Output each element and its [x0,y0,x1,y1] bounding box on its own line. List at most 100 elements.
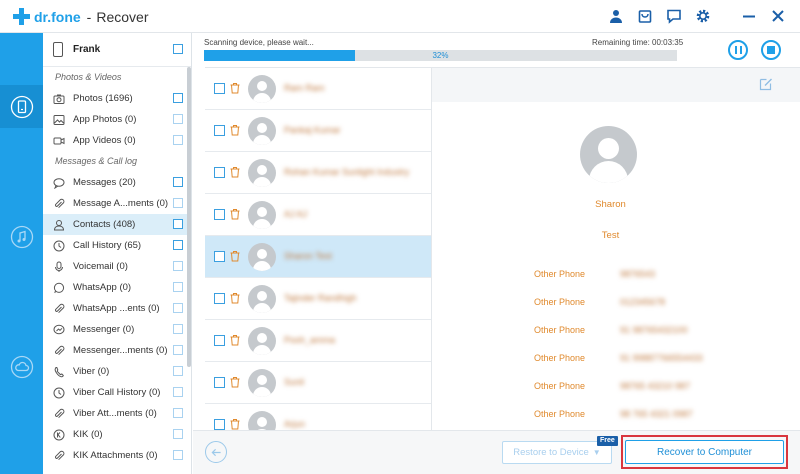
contact-checkbox[interactable] [214,377,225,388]
field-value: 91 99887766554433 [620,353,703,363]
cloud-icon[interactable] [0,345,43,388]
category-checkbox[interactable] [173,345,183,355]
recover-to-computer-button[interactable]: Recover to Computer [625,440,784,464]
music-icon[interactable] [0,215,43,258]
trash-icon [230,250,240,262]
contact-avatar [248,159,276,187]
field-label: Other Phone [534,297,586,307]
category-item[interactable]: KIK (0) [43,424,191,445]
back-button[interactable] [205,441,227,463]
category-checkbox[interactable] [173,324,183,334]
category-checkbox[interactable] [173,387,183,397]
category-label: Message A...ments (0) [73,198,169,209]
device-checkbox[interactable] [173,44,183,54]
field-label: Other Phone [534,269,586,279]
contact-avatar [248,369,276,397]
contact-row[interactable]: AJ AJ [205,194,431,236]
category-item[interactable]: Voicemail (0) [43,256,191,277]
category-checkbox[interactable] [173,261,183,271]
app-photo-icon [53,114,65,126]
pause-button[interactable] [728,40,748,60]
device-name: Frank [73,44,101,55]
contact-row[interactable]: Arjun [205,404,431,430]
category-checkbox[interactable] [173,366,183,376]
stop-button[interactable] [761,40,781,60]
contact-avatar [248,75,276,103]
contact-row[interactable]: Pankaj Kumar [205,110,431,152]
category-checkbox[interactable] [173,450,183,460]
category-label: Call History (65) [73,240,142,251]
contact-row[interactable]: Rohan Kumar Sunlight Industry [205,152,431,194]
scan-progress-bar: 32% [204,50,677,61]
category-item[interactable]: Messenger...ments (0) [43,340,191,361]
category-sidebar: Frank Photos & Videos Photos (1696) App P… [43,33,192,474]
trash-icon [230,208,240,220]
contact-row[interactable]: Ram Ram [205,68,431,110]
settings-icon[interactable] [695,8,711,24]
category-item[interactable]: KIK Attachments (0) [43,445,191,466]
category-label: KIK Attachments (0) [73,450,158,461]
category-item[interactable]: WhatsApp ...ents (0) [43,298,191,319]
contact-checkbox[interactable] [214,251,225,262]
trash-icon [230,82,240,94]
category-item[interactable]: Messenger (0) [43,319,191,340]
attachment-icon [53,198,65,210]
category-checkbox[interactable] [173,114,183,124]
category-item[interactable]: Contacts (408) [43,214,191,235]
contact-avatar [248,243,276,271]
feedback-icon[interactable] [666,8,682,24]
scan-progress-percent: 32% [432,51,449,60]
contact-row[interactable]: Sharon Test [205,236,431,278]
category-checkbox[interactable] [173,282,183,292]
contact-name: Ram Ram [284,83,325,93]
contact-checkbox[interactable] [214,125,225,136]
trash-icon [230,334,240,346]
close-icon[interactable] [770,8,786,24]
contact-checkbox[interactable] [214,293,225,304]
category-item[interactable]: Message A...ments (0) [43,193,191,214]
category-checkbox[interactable] [173,429,183,439]
cart-icon[interactable] [637,8,653,24]
edit-icon[interactable] [759,77,773,91]
category-label: Viber Att...ments (0) [73,408,157,419]
contact-checkbox[interactable] [214,209,225,220]
category-checkbox[interactable] [173,303,183,313]
category-checkbox[interactable] [173,93,183,103]
restore-to-device-button[interactable]: Restore to Device ▼ [502,441,612,464]
category-checkbox[interactable] [173,408,183,418]
contact-checkbox[interactable] [214,83,225,94]
contact-checkbox[interactable] [214,335,225,346]
category-item[interactable]: Viber Att...ments (0) [43,403,191,424]
trash-icon [230,124,240,136]
category-item[interactable]: App Videos (0) [43,130,191,151]
category-item[interactable]: Call History (65) [43,235,191,256]
contact-name: Sunil [284,377,305,387]
category-item[interactable]: Photos (1696) [43,88,191,109]
trash-icon [230,166,240,178]
category-item[interactable]: App Photos (0) [43,109,191,130]
sidebar-scrollbar[interactable] [187,67,191,367]
minimize-icon[interactable] [741,8,757,24]
category-checkbox[interactable] [173,219,183,229]
category-item[interactable]: Viber Call History (0) [43,382,191,403]
drfone-logo-icon [13,8,30,25]
category-checkbox[interactable] [173,198,183,208]
contact-row[interactable]: Pooh_amma [205,320,431,362]
section-photos-videos: Photos & Videos [55,72,122,82]
category-checkbox[interactable] [173,240,183,250]
contact-checkbox[interactable] [214,167,225,178]
category-item[interactable]: WhatsApp (0) [43,277,191,298]
category-checkbox[interactable] [173,135,183,145]
category-item[interactable]: Viber (0) [43,361,191,382]
category-checkbox[interactable] [173,177,183,187]
device-row[interactable]: Frank [43,33,191,67]
user-icon[interactable] [608,8,624,24]
contact-row[interactable]: Sunil [205,362,431,404]
contact-checkbox[interactable] [214,419,225,430]
contact-name: Arjun [284,419,306,429]
contact-row[interactable]: Tajinder Randhigh [205,278,431,320]
video-icon [53,135,65,147]
remaining-time: Remaining time: 00:03:35 [592,38,684,47]
phone-recover-icon[interactable] [0,85,43,128]
category-item[interactable]: Messages (20) [43,172,191,193]
